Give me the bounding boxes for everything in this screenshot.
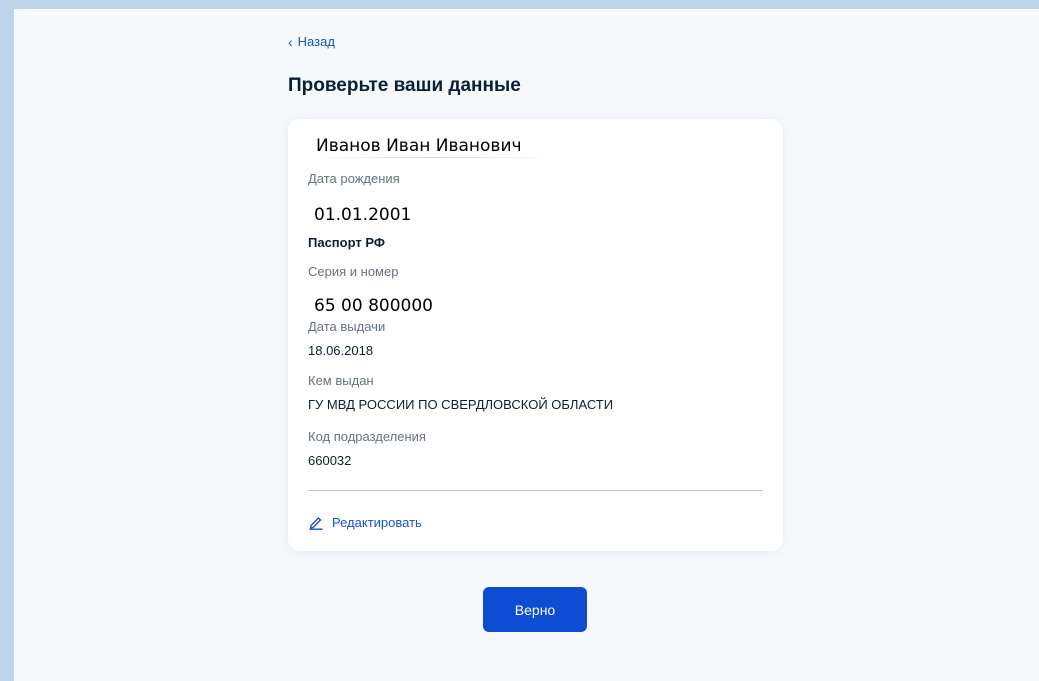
- issue-date-value: 18.06.2018: [308, 343, 374, 358]
- page-container: ‹ Назад Проверьте ваши данные Иванов Ива…: [14, 9, 1039, 681]
- chevron-left-icon: ‹: [288, 33, 293, 50]
- division-code-value: 660032: [308, 453, 352, 468]
- issued-by-value: ГУ МВД РОССИИ ПО СВЕРДЛОВСКОЙ ОБЛАСТИ: [308, 397, 614, 412]
- edit-button-label: Редактировать: [332, 514, 422, 530]
- confirm-button[interactable]: Верно: [483, 587, 587, 632]
- data-card: Иванов Иван Иванович Дата рождения 01.01…: [288, 119, 783, 551]
- divider: [308, 490, 763, 491]
- back-link[interactable]: ‹ Назад: [288, 34, 335, 49]
- name-underline: [308, 157, 558, 158]
- full-name: Иванов Иван Иванович: [316, 136, 522, 156]
- series-number-value: 65 00 800000: [314, 296, 433, 316]
- issued-by-label: Кем выдан: [308, 373, 374, 388]
- passport-section-title: Паспорт РФ: [308, 235, 385, 250]
- pencil-icon: [308, 514, 324, 530]
- back-link-label: Назад: [297, 34, 335, 49]
- division-code-label: Код подразделения: [308, 429, 426, 444]
- birth-date-value: 01.01.2001: [314, 205, 412, 225]
- series-number-label: Серия и номер: [308, 264, 399, 279]
- issue-date-label: Дата выдачи: [308, 319, 386, 334]
- page-title: Проверьте ваши данные: [288, 75, 521, 96]
- birth-date-label: Дата рождения: [308, 171, 400, 186]
- edit-button[interactable]: Редактировать: [308, 514, 422, 530]
